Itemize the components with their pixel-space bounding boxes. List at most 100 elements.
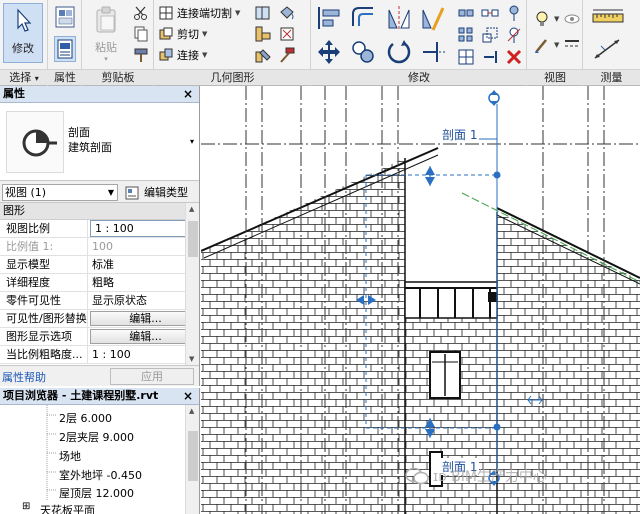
split-element-button[interactable] — [457, 4, 475, 22]
property-key: 当比例粗略度... — [0, 346, 88, 363]
scroll-thumb[interactable] — [188, 431, 198, 481]
paint-button[interactable] — [278, 4, 296, 22]
coarse-scale-value[interactable]: 1 : 100 — [88, 346, 199, 363]
pin-button[interactable] — [505, 4, 523, 22]
copy-element-button[interactable] — [349, 38, 377, 66]
cut-button[interactable]: 剪切 ▼ — [158, 25, 207, 43]
tree-item-level[interactable]: 室外地坪 -0.450 — [59, 467, 142, 483]
copy-element-icon — [352, 41, 374, 63]
paint-bucket-icon — [280, 6, 294, 20]
cut-geometry-icon — [159, 27, 173, 40]
move-button[interactable] — [315, 38, 343, 66]
paste-button[interactable]: 粘贴 ▾ — [86, 3, 126, 63]
array-button[interactable] — [457, 26, 475, 44]
move-icon — [318, 40, 340, 64]
vg-overrides-edit-button[interactable]: 编辑... — [90, 311, 197, 326]
override-graphics-button[interactable]: ▼ — [533, 36, 559, 54]
type-selector[interactable]: 剖面 建筑剖面 ▾ — [0, 103, 199, 181]
extend-button[interactable] — [481, 48, 499, 66]
section-tag-icon — [6, 111, 64, 173]
chevron-down-icon[interactable]: ▾ — [190, 137, 194, 146]
section-view-drawing[interactable] — [201, 86, 640, 514]
view-visibility-button[interactable] — [563, 10, 581, 28]
close-icon[interactable]: × — [183, 388, 193, 404]
mirror-axis-button[interactable] — [385, 4, 413, 32]
array-more-button[interactable] — [457, 48, 475, 66]
parts-visibility-value[interactable]: 显示原状态 — [88, 292, 199, 309]
measure-button[interactable] — [591, 6, 627, 28]
display-model-value[interactable]: 标准 — [88, 256, 199, 273]
copy-button[interactable] — [132, 25, 150, 43]
watermark: ɪᴅ BIM生产力中心 — [404, 466, 547, 486]
join-cut-button[interactable]: 连接端切割 ▼ — [158, 4, 240, 22]
section-label-top[interactable]: 剖面 1 — [440, 126, 480, 143]
wall-joins-button[interactable] — [254, 25, 272, 43]
delete-icon — [506, 49, 522, 65]
split-face-button[interactable] — [254, 4, 272, 22]
property-key: 零件可见性 — [0, 292, 88, 309]
hide-isolate-button[interactable]: ▼ — [533, 10, 559, 28]
type-properties-button[interactable] — [54, 36, 76, 62]
chevron-up-icon[interactable]: ▲ — [189, 205, 194, 213]
offset-button[interactable] — [349, 4, 377, 32]
align-button[interactable] — [315, 4, 343, 32]
trim-extend-button[interactable] — [419, 38, 447, 66]
graphic-display-edit-button[interactable]: 编辑... — [90, 329, 197, 344]
copy-icon — [134, 26, 148, 42]
chevron-up-icon[interactable]: ▲ — [189, 407, 194, 415]
type-name: 剖面 建筑剖面 — [68, 125, 112, 155]
dimension-button[interactable] — [591, 36, 627, 62]
cut-scissors-button[interactable] — [132, 4, 150, 22]
delete-button[interactable] — [505, 48, 523, 66]
pin-icon — [509, 5, 519, 21]
chevron-down-icon: ▼ — [202, 51, 208, 59]
scroll-thumb[interactable] — [188, 221, 198, 257]
rotate-button[interactable] — [385, 38, 413, 66]
browser-scrollbar[interactable]: ▲ — [185, 405, 199, 514]
drawing-canvas[interactable]: 剖面 1 剖面 1 — [201, 86, 640, 514]
unpin-button[interactable] — [505, 26, 523, 44]
detail-level-value[interactable]: 粗略 — [88, 274, 199, 291]
instance-filter-dropdown[interactable]: 视图 (1) ▼ — [2, 184, 118, 201]
apply-button[interactable]: 应用 — [110, 368, 194, 385]
brush-icon — [535, 39, 547, 53]
tree-item-level[interactable]: 2层夹层 9.000 — [59, 429, 134, 445]
properties-footer: 属性帮助 应用 — [0, 365, 199, 385]
split-gap-button[interactable] — [481, 4, 499, 22]
edit-type-button[interactable]: 编辑类型 — [124, 184, 188, 201]
hammer-button[interactable] — [278, 46, 296, 64]
properties-icon-button[interactable] — [54, 5, 76, 29]
paintbrush-icon — [134, 48, 148, 62]
tree-item-level[interactable]: 场地 — [59, 448, 81, 464]
clipboard-panel-title: 剪贴板 — [82, 69, 154, 85]
demolish-button[interactable] — [254, 46, 272, 64]
join-geometry-icon — [159, 48, 173, 61]
grid-icon — [458, 49, 474, 65]
align-icon — [318, 7, 340, 29]
join-button[interactable]: 连接 ▼ — [158, 46, 207, 64]
linework-button[interactable] — [563, 36, 581, 54]
match-type-button[interactable] — [132, 46, 150, 64]
properties-scrollbar[interactable]: ▲ ▼ — [185, 203, 199, 365]
property-key: 可见性/图形替换 — [0, 310, 88, 327]
properties-title: 属性 — [3, 87, 25, 100]
tree-item-level[interactable]: 屋顶层 12.000 — [59, 485, 134, 501]
mirror-draw-button[interactable] — [419, 4, 447, 32]
close-icon[interactable]: × — [183, 86, 193, 102]
modify-button[interactable]: 修改 — [3, 3, 43, 63]
tree-item-level[interactable]: 2层 6.000 — [59, 410, 112, 426]
properties-help-link[interactable]: 属性帮助 — [2, 369, 46, 385]
chevron-down-icon: ▼ — [554, 41, 560, 49]
chevron-down-icon[interactable]: ▼ — [189, 355, 194, 363]
select-menu[interactable]: 选择 ▾ — [0, 69, 48, 85]
scale-icon — [482, 27, 498, 43]
property-row: 可见性/图形替换 编辑... — [0, 310, 199, 328]
remove-paint-button[interactable] — [278, 25, 296, 43]
hammer-icon — [280, 47, 295, 63]
property-value: 100 — [92, 240, 113, 253]
view-scale-field[interactable]: 1 : 100 — [90, 220, 197, 237]
group-header-graphics[interactable]: 图形 — [0, 203, 199, 220]
scale-button[interactable] — [481, 26, 499, 44]
rotate-icon — [387, 40, 411, 64]
select-menu-label: 选择 — [9, 71, 32, 84]
